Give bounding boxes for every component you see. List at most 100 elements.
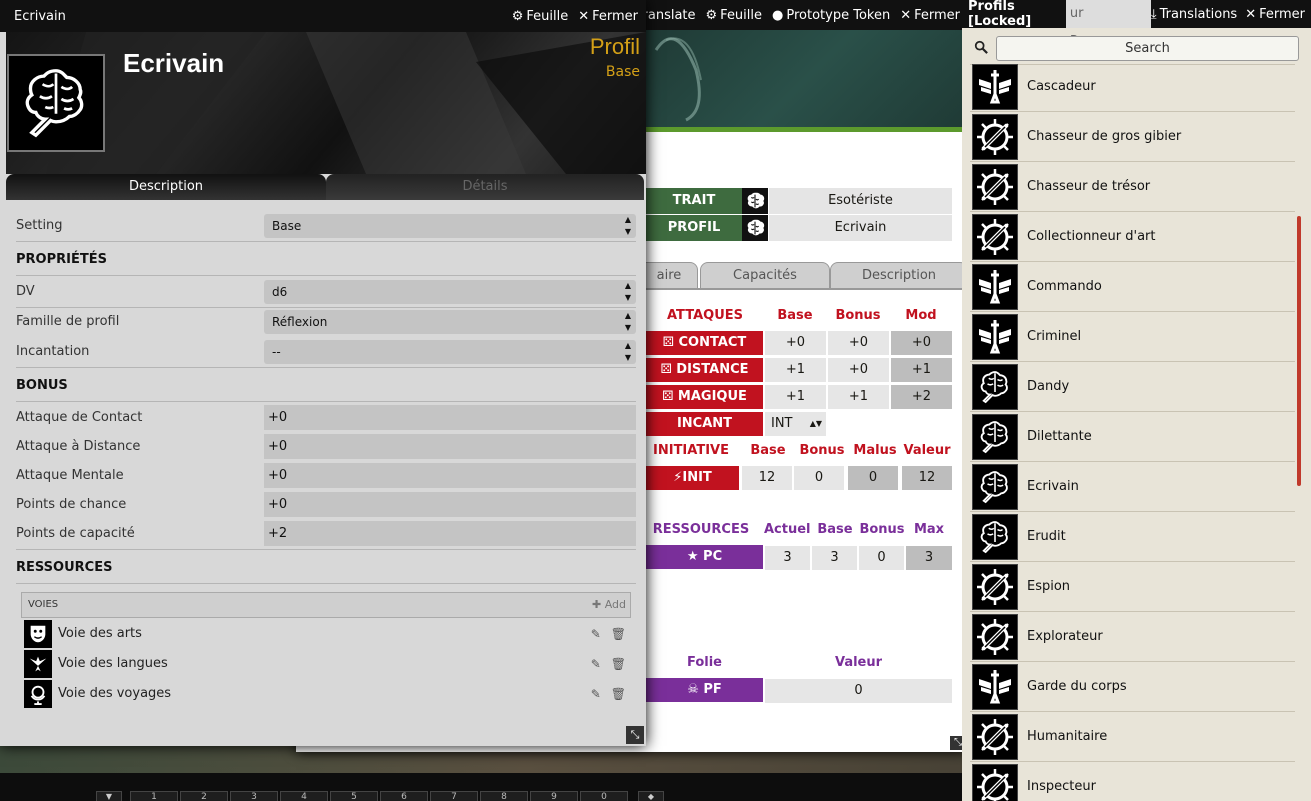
scrollbar[interactable] [1297,216,1301,486]
compendium-entry-name[interactable]: Inspecteur [1027,762,1096,801]
pc-button[interactable]: ★ PC [646,545,763,569]
tab-description[interactable]: Description [6,174,326,200]
pf-value[interactable]: 0 [765,679,952,703]
hotbar-slot[interactable]: 6 [380,791,428,801]
distance-roll-button[interactable]: ⚄ DISTANCE [646,358,763,382]
background-window-tab[interactable]: ur Personnage [1065,0,1151,49]
list-item[interactable]: Voie des arts ✎ 🗑 [22,620,632,650]
close-label: Fermer [914,7,960,23]
trash-icon[interactable]: 🗑 [611,687,626,701]
magique-bonus[interactable]: +1 [828,385,889,409]
compendium-entry-name[interactable]: Dilettante [1027,412,1092,462]
hotbar-slot[interactable]: 0 [580,791,628,801]
list-item[interactable]: Voie des langues ✎ 🗑 [22,650,632,680]
init-roll-button[interactable]: ⚡INIT [646,466,739,490]
add-voie-button[interactable]: ✚ Add [592,593,626,617]
hotbar-collapse-button[interactable]: ▼ [96,791,122,801]
edit-icon[interactable]: ✎ [591,657,601,671]
translations-button[interactable]: ⤓ Translations [1151,7,1237,22]
contact-bonus[interactable]: +0 [828,331,889,355]
pc-actuel[interactable]: 3 [765,546,810,570]
close-button[interactable]: ✕ Fermer [1245,7,1305,22]
bonus-distance-input[interactable]: +0 [264,434,636,459]
hotbar-lock-button[interactable]: ◆ [638,791,664,801]
hotbar-slot[interactable]: 3 [230,791,278,801]
magique-roll-button[interactable]: ⚄ MAGIQUE [646,385,763,409]
compendium-entry[interactable]: Criminel [970,312,1295,362]
compendium-entry[interactable]: Explorateur [970,612,1295,662]
hotbar-slot[interactable]: 2 [180,791,228,801]
search-input[interactable]: Search [996,36,1299,61]
tab-description[interactable]: Description [830,262,968,288]
hotbar-slot[interactable]: 5 [330,791,378,801]
distance-bonus[interactable]: +0 [828,358,889,382]
edit-icon[interactable]: ✎ [591,687,601,701]
compendium-entry-name[interactable]: Garde du corps [1027,662,1127,712]
tab-inventaire[interactable]: aire [640,262,698,288]
compendium-entry[interactable]: Dilettante [970,412,1295,462]
compendium-entry-name[interactable]: Explorateur [1027,612,1103,662]
trash-icon[interactable]: 🗑 [611,657,626,671]
compendium-entry-name[interactable]: Ecrivain [1027,462,1079,512]
list-item[interactable]: Voie des voyages ✎ 🗑 [22,680,632,710]
compendium-entry-name[interactable]: Dandy [1027,362,1069,412]
voie-name[interactable]: Voie des arts [58,620,142,648]
hotbar-slot[interactable]: 4 [280,791,328,801]
setting-select[interactable]: Base ▲ ▼ [264,214,636,238]
tab-details[interactable]: Détails [326,174,644,200]
profil-value[interactable]: Ecrivain [769,215,952,241]
prototype-token-button[interactable]: ● Prototype Token [772,8,890,23]
compendium-entry-name[interactable]: Espion [1027,562,1070,612]
compendium-entry[interactable]: Chasseur de trésor [970,162,1295,212]
compendium-entry[interactable]: Erudit [970,512,1295,562]
compendium-entry-name[interactable]: Chasseur de trésor [1027,162,1150,212]
compendium-entry-name[interactable]: Criminel [1027,312,1081,362]
trash-icon[interactable]: 🗑 [611,627,626,641]
item-name[interactable]: Ecrivain [123,48,224,79]
compendium-entry[interactable]: Humanitaire [970,712,1295,762]
sheet-button[interactable]: ⚙ Feuille [706,8,763,23]
compendium-entry[interactable]: Dandy [970,362,1295,412]
compendium-entry[interactable]: Commando [970,262,1295,312]
voie-name[interactable]: Voie des langues [58,650,168,678]
bonus-mentale-input[interactable]: +0 [264,463,636,488]
compendium-entry[interactable]: Espion [970,562,1295,612]
compendium-entry-name[interactable]: Cascadeur [1027,62,1096,112]
compendium-entry[interactable]: Chasseur de gros gibier [970,112,1295,162]
hotbar-slot[interactable]: 8 [480,791,528,801]
close-button[interactable]: ✕ Fermer [578,9,638,24]
compendium-entry[interactable]: Ecrivain [970,462,1295,512]
compendium-entry-name[interactable]: Commando [1027,262,1102,312]
hotbar-slot[interactable]: 7 [430,791,478,801]
compendium-entry-name[interactable]: Collectionneur d'art [1027,212,1156,262]
trait-value[interactable]: Esotériste [769,188,952,214]
bonus-contact-input[interactable]: +0 [264,405,636,430]
sheet-button[interactable]: ⚙ Feuille [512,9,569,24]
bonus-capacite-input[interactable]: +2 [264,521,636,546]
compendium-window: Profils [Locked] ur Personnage ⤓Translat… [962,0,1311,801]
edit-icon[interactable]: ✎ [591,627,601,641]
resize-handle-icon[interactable]: ⤡ [626,726,644,744]
compendium-entry[interactable]: Garde du corps [970,662,1295,712]
compendium-entry[interactable]: Inspecteur [970,762,1295,801]
item-image[interactable] [7,54,105,152]
compendium-entry[interactable]: Collectionneur d'art [970,212,1295,262]
init-bonus[interactable]: 0 [794,466,844,490]
hotbar-slot[interactable]: 9 [530,791,578,801]
compendium-entry-name[interactable]: Erudit [1027,512,1066,562]
incant-select[interactable]: INT ▲▼ [765,412,826,436]
tab-capacites[interactable]: Capacités [700,262,830,288]
pc-bonus[interactable]: 0 [859,546,904,570]
pf-button[interactable]: ☠ PF [646,678,763,702]
bonus-chance-input[interactable]: +0 [264,492,636,517]
compendium-entry-name[interactable]: Chasseur de gros gibier [1027,112,1181,162]
hotbar-slot[interactable]: 1 [130,791,178,801]
voie-name[interactable]: Voie des voyages [58,680,171,708]
close-button[interactable]: ✕ Fermer [900,8,960,23]
compendium-entry-name[interactable]: Humanitaire [1027,712,1107,762]
incantation-select[interactable]: -- ▲ ▼ [264,340,636,364]
famille-select[interactable]: Réflexion ▲ ▼ [264,310,636,334]
contact-roll-button[interactable]: ⚄ CONTACT [646,331,763,355]
compendium-entry[interactable]: Cascadeur [970,62,1295,112]
dv-select[interactable]: d6 ▲ ▼ [264,280,636,304]
